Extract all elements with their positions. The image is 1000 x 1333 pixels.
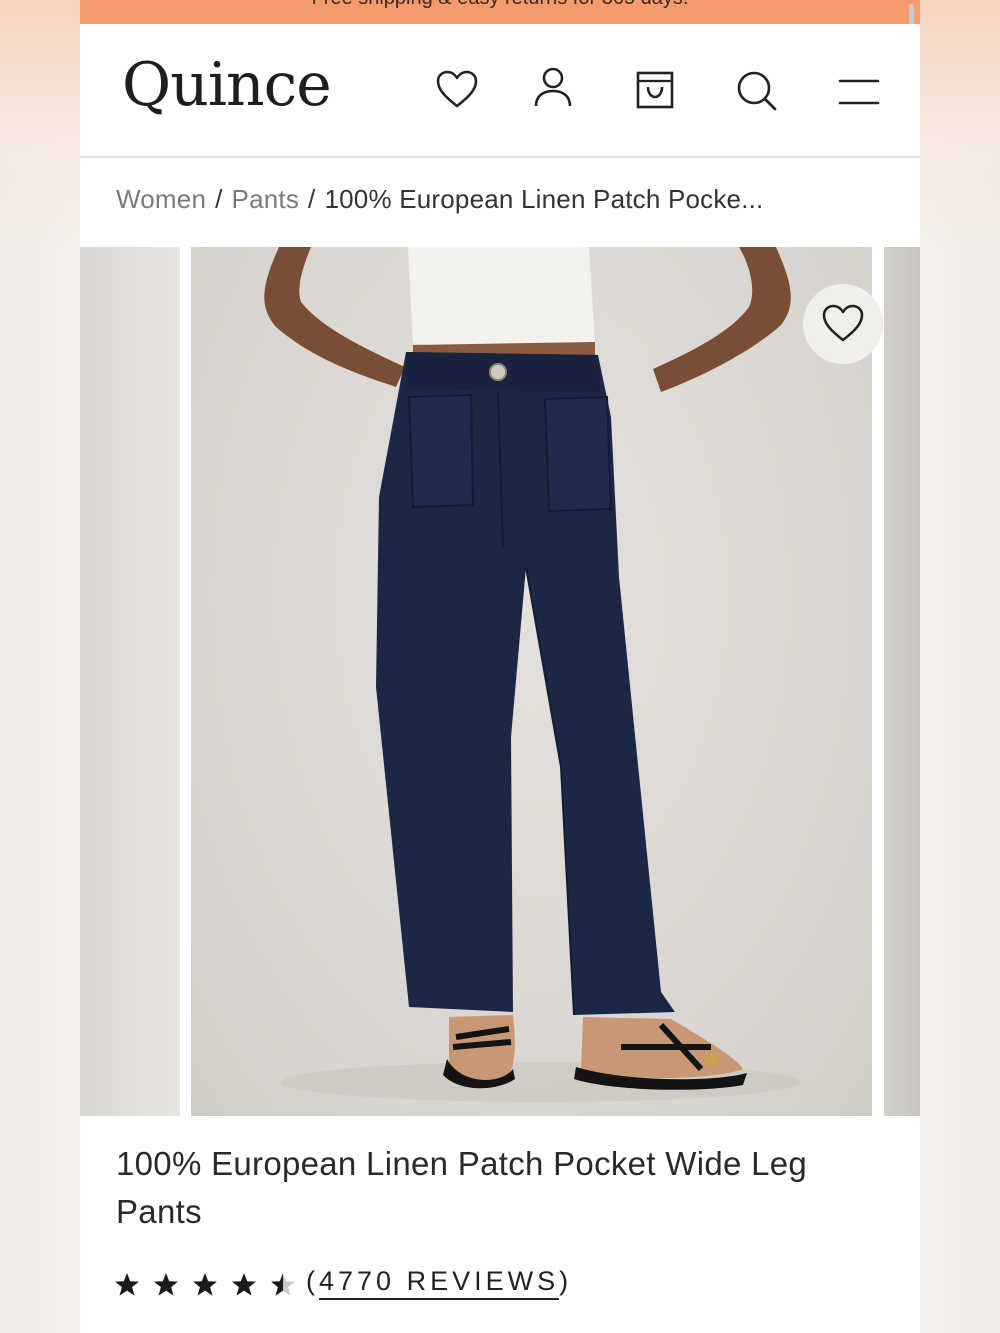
reviews-count: 4770 REVIEWS: [319, 1266, 560, 1300]
product-gallery[interactable]: [80, 247, 920, 1116]
reviews-open-paren: (: [306, 1266, 319, 1296]
promo-banner[interactable]: Free shipping & easy returns for 365 day…: [80, 0, 920, 24]
menu-icon[interactable]: [838, 78, 880, 106]
star-icon: [154, 1273, 178, 1296]
site-header: Quince: [80, 24, 920, 158]
breadcrumb: Women / Pants / 100% European Linen Patch Po…: [116, 184, 763, 215]
breadcrumb-women[interactable]: Women: [116, 184, 206, 214]
heart-icon: [822, 304, 864, 342]
previous-slide[interactable]: [80, 247, 180, 1116]
reviews-link[interactable]: (4770 REVIEWS): [306, 1266, 573, 1300]
mobile-page: Free shipping & easy returns for 365 day…: [80, 0, 920, 1333]
breadcrumb-pants[interactable]: Pants: [232, 184, 300, 214]
breadcrumb-current: 100% European Linen Patch Pocke...: [324, 184, 764, 214]
star-icon: [193, 1273, 217, 1296]
brand-logo[interactable]: Quince: [122, 50, 332, 120]
half-star-icon: [271, 1273, 295, 1296]
product-illustration: [264, 247, 801, 1102]
next-slide[interactable]: [884, 247, 920, 1116]
promo-text: Free shipping & easy returns for 365 day…: [312, 0, 689, 9]
star-icon: [232, 1273, 256, 1296]
breadcrumb-separator: /: [215, 184, 223, 214]
star-icon: [115, 1273, 139, 1296]
cart-icon[interactable]: [636, 70, 674, 110]
reviews-close-paren: ): [559, 1266, 573, 1296]
wishlist-button[interactable]: [803, 284, 883, 364]
account-icon[interactable]: [533, 66, 573, 110]
rating-stars: [115, 1273, 295, 1296]
search-icon[interactable]: [736, 70, 778, 112]
product-image[interactable]: [191, 247, 872, 1116]
product-title: 100% European Linen Patch Pocket Wide Le…: [116, 1145, 808, 1230]
breadcrumb-separator: /: [308, 184, 316, 214]
heart-icon[interactable]: [436, 70, 478, 110]
